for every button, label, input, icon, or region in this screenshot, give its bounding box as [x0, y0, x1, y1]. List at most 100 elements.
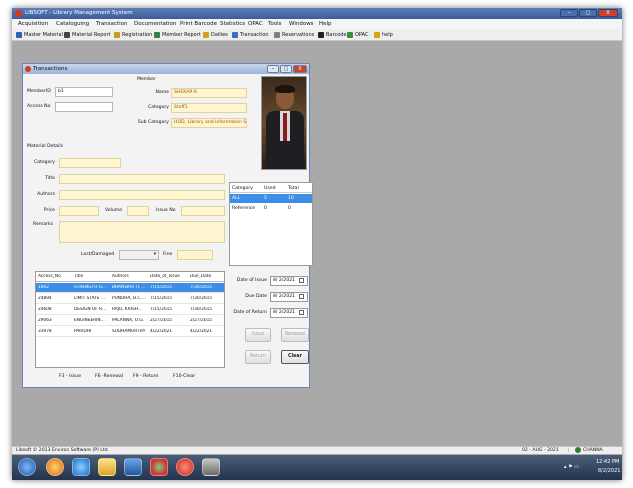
app-title-bar: LIBSOFT - Library Management System – □ …	[12, 8, 622, 19]
volume-field	[127, 206, 149, 216]
toolbar-dailies[interactable]: Dailies	[203, 31, 228, 39]
status-user: CHANNA	[583, 448, 603, 453]
app-title: LIBSOFT - Library Management System	[25, 10, 133, 16]
close-button[interactable]: X	[598, 9, 618, 17]
maximize-button[interactable]: □	[579, 9, 597, 17]
shortcut-renewal: F6 -Renewal	[95, 374, 124, 379]
chrome-icon[interactable]	[150, 458, 168, 476]
menu-statistics[interactable]: Statistics	[220, 21, 245, 27]
status-bar: Libsoft © 2013 Environ Software (P) Ltd.…	[12, 446, 622, 454]
app-logo-icon	[15, 10, 22, 17]
toolbar-registration[interactable]: Registration	[114, 31, 152, 39]
header-used: Used	[264, 186, 276, 191]
table-header: Access_No Title Authors Date_of_Issue Du…	[36, 272, 224, 282]
material-authors-label: Authors	[37, 192, 55, 197]
media-player-icon[interactable]	[124, 458, 142, 476]
shortcut-return: F9 - Return	[133, 374, 159, 379]
date-of-issue-picker[interactable]: 8/ 2/2021	[270, 276, 308, 286]
tx-maximize-button[interactable]: □	[280, 65, 292, 73]
price-label: Price	[43, 208, 55, 213]
clear-button[interactable]: Clear	[281, 350, 309, 364]
folder-icon[interactable]	[98, 458, 116, 476]
tray-icons: ▴ ⚑ ▭	[564, 464, 579, 470]
volume-label: Volume	[105, 208, 123, 213]
user-add-icon	[114, 32, 120, 38]
tx-close-button[interactable]: X	[293, 65, 307, 73]
issue-button[interactable]: Issue	[245, 328, 271, 342]
date-of-issue-label: Date of Issue	[236, 278, 267, 283]
calendar-icon	[299, 278, 304, 283]
clock-date: 8/2/2021	[598, 468, 621, 474]
toolbar-help[interactable]: help	[374, 31, 393, 39]
toolbar-material-report[interactable]: Material Report	[64, 31, 110, 39]
calendar-icon	[299, 294, 304, 299]
toolbar-opac[interactable]: OPAC	[347, 31, 368, 39]
book-icon	[16, 32, 22, 38]
status-date: 02 - AUG - 2021	[522, 448, 559, 453]
material-category-field	[59, 158, 121, 168]
table-row[interactable]: 24894 LIMIT STATE ... PUNDHA, B.C.... 7/…	[36, 294, 224, 304]
menu-opac[interactable]: OPAC	[248, 21, 263, 27]
table-row[interactable]: 29063 ENGINEERIN... PALANNA, O.G. 2/27/2…	[36, 316, 224, 326]
material-category-label: Category	[34, 160, 55, 165]
table-row[interactable]: 24608 DESIGN OF R... RAJU, KRISH... 7/15…	[36, 305, 224, 315]
clock-time: 12:42 PM	[596, 459, 620, 465]
issued-items-table: Access_No Title Authors Date_of_Issue Du…	[35, 271, 225, 368]
member-heading: Member	[137, 77, 156, 82]
tx-minimize-button[interactable]: –	[267, 65, 279, 73]
toolbar-member-report[interactable]: Member Report	[154, 31, 201, 39]
minimize-button[interactable]: –	[560, 9, 578, 17]
libsoft-app-icon[interactable]	[176, 458, 194, 476]
member-name-field: SHEKAR K	[171, 88, 247, 98]
date-of-return-picker[interactable]: 8/ 2/2021	[270, 308, 308, 318]
transactions-icon	[25, 66, 31, 72]
barcode-icon	[318, 32, 324, 38]
menu-documentation[interactable]: Documentation	[134, 21, 176, 27]
menu-tools[interactable]: Tools	[268, 21, 282, 27]
transactions-window: Transactions – □ X Member MemberID b1 Ac…	[22, 63, 313, 388]
member-subcategory-field: HOD, Library and Information Scien	[171, 118, 247, 128]
photo-frame: LIBSOFT - Library Management System – □ …	[0, 0, 633, 488]
people-transfer-icon	[232, 32, 238, 38]
lost-damaged-select[interactable]: ▾	[119, 250, 159, 260]
issue-no-field	[181, 206, 225, 216]
access-no-label: Access No	[27, 104, 51, 109]
header-total: Total	[288, 186, 299, 191]
desktop-screen: LIBSOFT - Library Management System – □ …	[12, 8, 622, 480]
toolbar-master-material[interactable]: Master Material	[16, 31, 63, 39]
member-id-label: MemberID	[27, 89, 51, 94]
toolbar-barcode[interactable]: Barcode	[318, 31, 347, 39]
chevron-down-icon: ▾	[153, 252, 156, 257]
menu-cataloguing[interactable]: Cataloguing	[56, 21, 89, 27]
due-date-label: Due Date	[245, 294, 267, 299]
member-category-field: Staff1	[171, 103, 247, 113]
due-date-picker[interactable]: 8/ 2/2021	[270, 292, 308, 302]
table-row[interactable]: Reference 0 0	[230, 204, 312, 213]
menu-print-barcode[interactable]: Print Barcode	[180, 21, 217, 27]
calendar-icon	[203, 32, 209, 38]
table-row[interactable]: 1802 STRENGTH O... BHANSKATTI, ... 7/15/…	[36, 283, 224, 293]
access-no-input[interactable]	[55, 102, 113, 112]
category-limits-table: Category Used Total ALL 5 10 Reference 0…	[229, 182, 313, 266]
calendar-icon	[299, 310, 304, 315]
menu-acquisition[interactable]: Acquisition	[18, 21, 48, 27]
menu-windows[interactable]: Windows	[289, 21, 314, 27]
return-button[interactable]: Return	[245, 350, 271, 364]
internet-explorer-icon[interactable]	[72, 458, 90, 476]
toolbar-transaction[interactable]: Transaction	[232, 31, 269, 39]
menu-help[interactable]: Help	[319, 21, 332, 27]
firefox-icon[interactable]	[46, 458, 64, 476]
menu-transaction[interactable]: Transaction	[96, 21, 127, 27]
binoculars-icon	[64, 32, 70, 38]
member-photo	[261, 76, 307, 170]
price-field	[59, 206, 99, 216]
table-header: Category Used Total	[230, 184, 312, 193]
member-id-input[interactable]: b1	[55, 87, 113, 97]
settings-icon[interactable]	[202, 458, 220, 476]
start-button[interactable]	[18, 458, 36, 476]
table-row[interactable]: ALL 5 10	[230, 194, 312, 203]
table-row[interactable]: 33978 PARIDHI SUDHAMURTHY 4/22/2021 4/22…	[36, 327, 224, 337]
renewal-button[interactable]: Renewal	[281, 328, 309, 342]
toolbar-reservations[interactable]: Reservations	[274, 31, 314, 39]
shortcut-hints: F3 - Issue F6 -Renewal F9 - Return F10-C…	[35, 374, 235, 382]
